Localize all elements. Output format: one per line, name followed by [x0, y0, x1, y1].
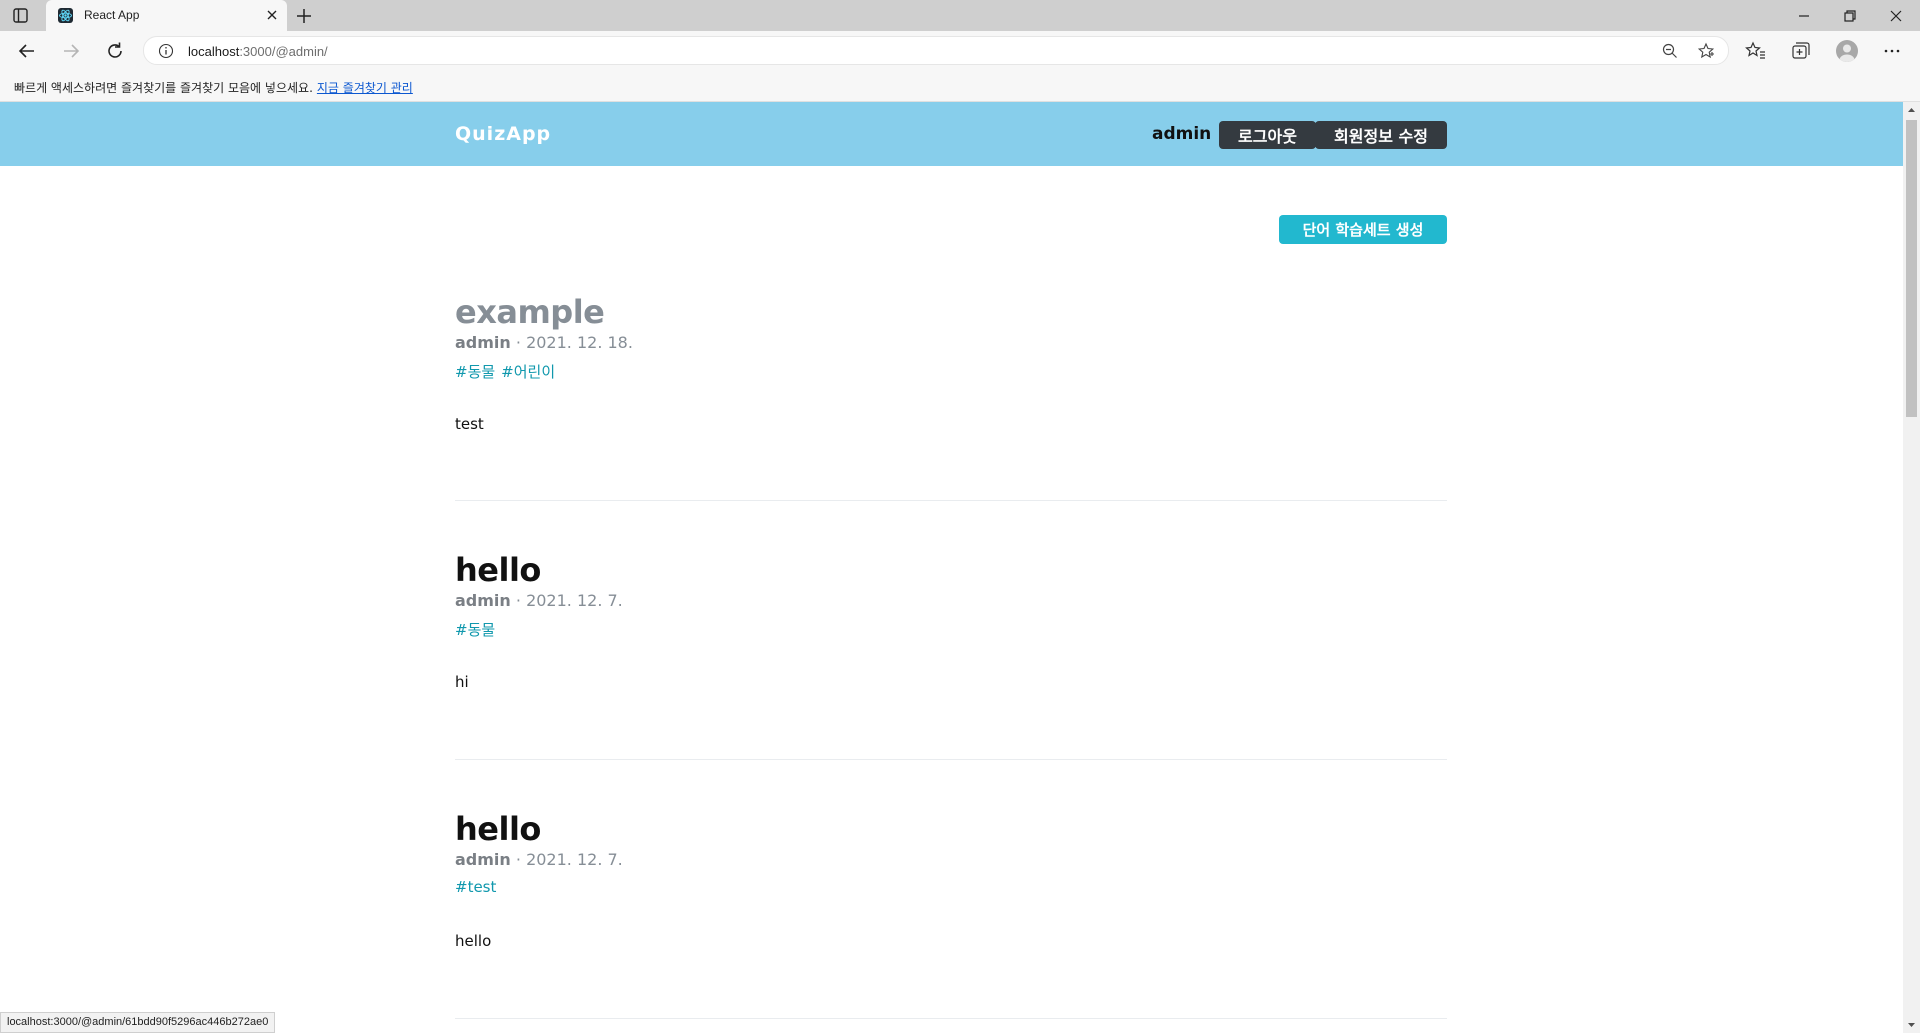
post-title[interactable]: hello: [455, 810, 1447, 848]
favorites-icon[interactable]: [1745, 40, 1767, 62]
minimize-icon[interactable]: [1794, 6, 1814, 26]
scroll-down-icon[interactable]: [1906, 1019, 1917, 1030]
post-tags: #동물: [455, 619, 1447, 641]
browser-tab-bar: React App: [0, 0, 1920, 31]
more-menu-icon[interactable]: [1881, 40, 1903, 62]
tab-actions-icon[interactable]: [12, 7, 29, 24]
post-divider: [455, 1018, 1447, 1019]
site-info-icon[interactable]: [158, 43, 174, 59]
scroll-up-icon[interactable]: [1906, 105, 1917, 116]
post-date: 2021. 12. 7.: [526, 591, 623, 610]
site-header: QuizApp admin 로그아웃 회원정보 수정: [0, 102, 1903, 166]
post-tag[interactable]: #동물: [455, 363, 495, 381]
new-tab-icon[interactable]: [294, 6, 314, 26]
favorites-bar: 빠르게 액세스하려면 즐겨찾기를 즐겨찾기 모음에 넣으세요. 지금 즐겨찾기 관…: [0, 70, 1920, 102]
post-author[interactable]: admin: [455, 333, 511, 352]
close-window-icon[interactable]: [1886, 6, 1906, 26]
forward-icon[interactable]: [60, 40, 82, 62]
post-date: 2021. 12. 18.: [526, 333, 633, 352]
post-meta: admin · 2021. 12. 18.: [455, 333, 1447, 355]
post-item: example admin · 2021. 12. 18. #동물 #어린이 te…: [455, 293, 1447, 433]
profile-avatar[interactable]: [1836, 40, 1858, 62]
browser-tab[interactable]: React App: [46, 0, 287, 31]
status-bar-url: localhost:3000/@admin/61bdd90f5296ac446b…: [0, 1012, 276, 1033]
meta-separator: ·: [510, 591, 527, 610]
post-tags: #동물 #어린이: [455, 361, 1447, 383]
refresh-icon[interactable]: [104, 40, 126, 62]
url-text[interactable]: localhost:3000/@admin/: [188, 44, 328, 59]
react-favicon-icon: [58, 8, 73, 23]
post-tags: #test: [455, 878, 1447, 900]
post-meta: admin · 2021. 12. 7.: [455, 850, 1447, 872]
close-tab-icon[interactable]: [265, 8, 279, 22]
url-host: localhost: [188, 44, 240, 59]
post-tag[interactable]: #동물: [455, 621, 495, 639]
add-favorite-icon[interactable]: [1697, 42, 1715, 60]
post-title[interactable]: hello: [455, 551, 1447, 589]
post-item: hello admin · 2021. 12. 7. #동물 hi: [455, 551, 1447, 691]
post-author[interactable]: admin: [455, 850, 511, 869]
restore-icon[interactable]: [1840, 6, 1860, 26]
zoom-out-icon[interactable]: [1661, 42, 1679, 60]
meta-separator: ·: [510, 850, 527, 869]
site-logo[interactable]: QuizApp: [455, 123, 551, 145]
post-title[interactable]: example: [455, 293, 1447, 331]
post-body: hi: [455, 673, 469, 691]
scroll-thumb[interactable]: [1906, 120, 1917, 417]
username: admin: [1152, 124, 1212, 144]
post-body: test: [455, 415, 484, 433]
meta-separator: ·: [510, 333, 527, 352]
page-viewport: QuizApp admin 로그아웃 회원정보 수정 단어 학습세트 생성 ex…: [0, 102, 1903, 1033]
tab-title: React App: [84, 8, 140, 22]
post-date: 2021. 12. 7.: [526, 850, 623, 869]
post-author[interactable]: admin: [455, 591, 511, 610]
favorites-message: 빠르게 액세스하려면 즐겨찾기를 즐겨찾기 모음에 넣으세요. 지금 즐겨찾기 관…: [14, 79, 413, 96]
logout-button[interactable]: 로그아웃: [1219, 121, 1316, 149]
manage-favorites-link[interactable]: 지금 즐겨찾기 관리: [317, 81, 413, 95]
post-item: hello admin · 2021. 12. 7. #test hello: [455, 810, 1447, 950]
post-tag[interactable]: #test: [455, 878, 496, 896]
create-study-set-button[interactable]: 단어 학습세트 생성: [1279, 215, 1447, 244]
page-scrollbar[interactable]: [1903, 102, 1920, 1033]
url-path: :3000/@admin/: [239, 44, 328, 59]
post-meta: admin · 2021. 12. 7.: [455, 591, 1447, 613]
post-divider: [455, 759, 1447, 760]
back-icon[interactable]: [16, 40, 38, 62]
post-tag[interactable]: #어린이: [501, 363, 555, 381]
browser-toolbar: localhost:3000/@admin/: [0, 31, 1920, 70]
address-bar[interactable]: localhost:3000/@admin/: [143, 36, 1729, 65]
favorites-prompt: 빠르게 액세스하려면 즐겨찾기를 즐겨찾기 모음에 넣으세요.: [14, 81, 313, 95]
post-divider: [455, 500, 1447, 501]
edit-profile-button[interactable]: 회원정보 수정: [1315, 121, 1447, 149]
post-body: hello: [455, 932, 492, 950]
collections-icon[interactable]: [1790, 40, 1812, 62]
